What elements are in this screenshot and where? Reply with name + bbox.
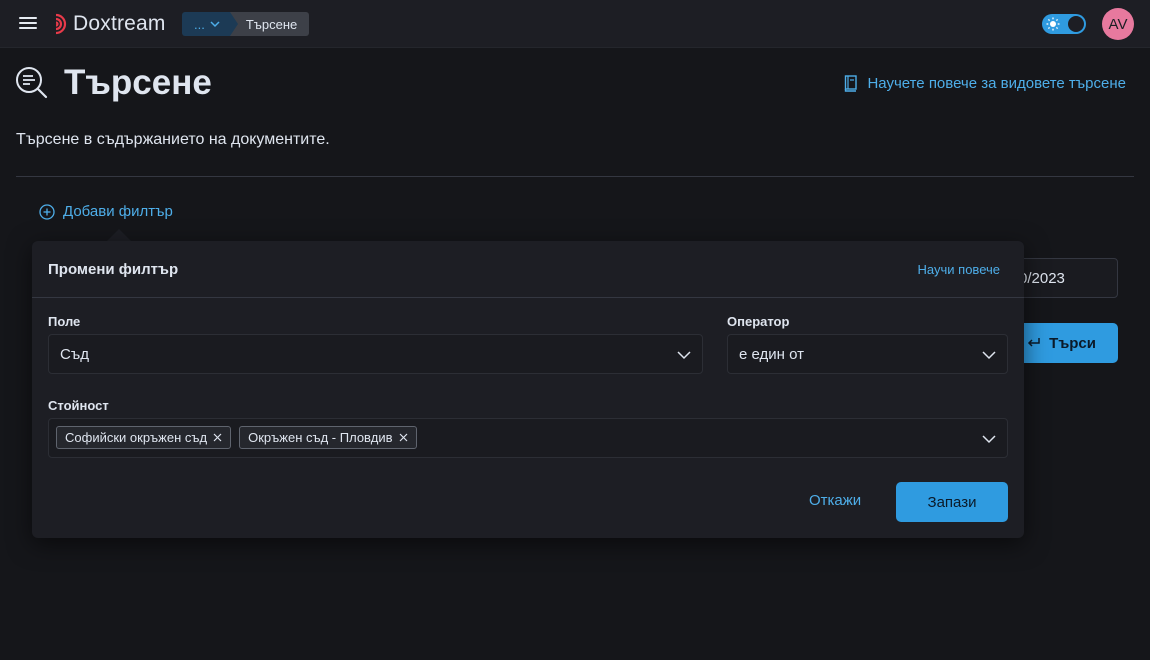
learn-more-label: Научете повече за видовете търсене <box>867 75 1126 92</box>
value-chip: Софийски окръжен съд <box>56 426 232 449</box>
field-value: Съд <box>60 346 89 363</box>
popover-title: Промени филтър <box>48 261 179 278</box>
toggle-knob <box>1068 16 1084 32</box>
search-page-icon <box>16 67 48 99</box>
sun-icon <box>1046 17 1060 31</box>
operator-select[interactable]: е един от <box>727 334 1008 374</box>
avatar[interactable]: AV <box>1102 8 1134 40</box>
cancel-button[interactable]: Откажи <box>809 492 861 509</box>
book-icon <box>845 75 858 92</box>
search-button-label: Търси <box>1049 334 1096 352</box>
value-chip-label: Окръжен съд - Пловдив <box>248 430 393 445</box>
popover-header: Промени филтър Научи повече <box>32 241 1024 298</box>
divider <box>16 176 1134 177</box>
popover-learn-more-link[interactable]: Научи повече <box>918 262 1000 277</box>
learn-more-search-types-link[interactable]: Научете повече за видовете търсене <box>843 75 1126 92</box>
breadcrumb: ... Търсене <box>182 12 310 36</box>
edit-filter-popover: Промени филтър Научи повече Поле Съд Опе… <box>32 241 1024 538</box>
page-title: Търсене <box>64 63 212 102</box>
app-logo[interactable]: Doxtream <box>54 11 166 37</box>
value-chip-label: Софийски окръжен съд <box>65 430 208 445</box>
doxtream-logo-icon <box>55 13 67 35</box>
page-description: Търсене в съдържанието на документите. <box>16 131 330 148</box>
chevron-down-icon <box>210 20 220 27</box>
save-button[interactable]: Запази <box>896 482 1008 522</box>
close-icon[interactable] <box>213 433 222 442</box>
value-chip: Окръжен съд - Пловдив <box>239 426 417 449</box>
field-label: Поле <box>48 314 81 329</box>
chevron-down-icon <box>982 351 996 360</box>
field-select[interactable]: Съд <box>48 334 703 374</box>
app-name: Doxtream <box>73 12 166 35</box>
selected-values: Софийски окръжен съд Окръжен съд - Пловд… <box>56 426 425 449</box>
close-icon[interactable] <box>399 433 408 442</box>
plus-circle-icon <box>39 203 55 220</box>
breadcrumb-more-label: ... <box>194 16 205 32</box>
chevron-down-icon <box>982 435 996 444</box>
enter-icon <box>1028 338 1040 347</box>
popover-arrow <box>107 229 131 241</box>
add-filter-button[interactable]: Добави филтър <box>39 203 173 220</box>
operator-label: Оператор <box>727 314 790 329</box>
add-filter-label: Добави филтър <box>63 203 173 220</box>
chevron-down-icon <box>677 351 691 360</box>
menu-icon[interactable] <box>18 14 38 34</box>
breadcrumb-more-button[interactable]: ... <box>182 12 238 36</box>
theme-toggle[interactable] <box>1042 14 1086 34</box>
breadcrumb-current: Търсене <box>229 12 310 36</box>
operator-value: е един от <box>739 346 804 363</box>
value-label: Стойност <box>48 398 109 413</box>
top-bar: Doxtream ... Търсене AV <box>0 0 1150 48</box>
